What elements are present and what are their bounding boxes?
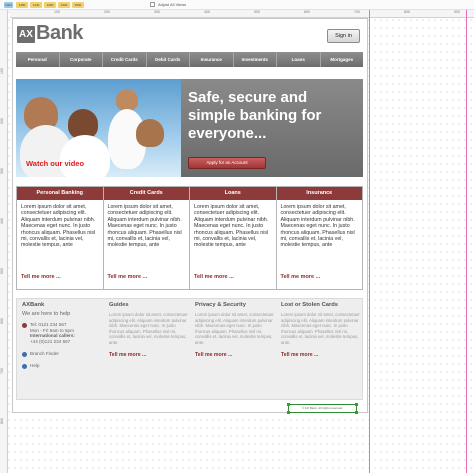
nav-item-insurance[interactable]: Insurance: [190, 52, 234, 67]
tell-me-more-link[interactable]: Tell me more ...: [281, 352, 361, 358]
branch-finder-label: Branch Finder: [30, 351, 59, 356]
ruler-top-tick: 700: [354, 10, 360, 14]
viewport-1280-button[interactable]: 1280: [16, 2, 28, 8]
ruler-top-tick: 200: [104, 10, 110, 14]
ruler-left-tick: 800: [0, 418, 4, 424]
product-column-loans: Loans Lorem ipsum dolor sit amet, consec…: [190, 187, 277, 289]
selected-copyright-element[interactable]: © AX Bank. All rights reserved.: [288, 404, 357, 413]
hero-banner: Safe, secure and simple banking for ever…: [16, 79, 363, 177]
footer-col-guides: Guides Lorem ipsum dolor sit amet, conse…: [109, 302, 189, 358]
viewport-1440-button[interactable]: 1440: [30, 2, 42, 8]
tell-me-more-link[interactable]: Tell me more ...: [281, 274, 321, 280]
guide-line[interactable]: [466, 10, 467, 473]
nav-item-corporate[interactable]: Corporate: [59, 52, 103, 67]
ruler-left-tick: 600: [0, 318, 4, 324]
ruler-top-tick: 100: [54, 10, 60, 14]
tell-me-more-link[interactable]: Tell me more ...: [108, 274, 148, 280]
footer-help-line: We are here to help: [22, 311, 71, 317]
ruler-top-tick: 500: [254, 10, 260, 14]
product-title: Insurance: [276, 187, 362, 200]
product-text: Lorem ipsum dolor sit amet, consectetuer…: [194, 204, 269, 249]
footer-brand: AXBank: [22, 302, 45, 308]
watch-video-link[interactable]: Watch our video: [26, 159, 84, 168]
resize-handle[interactable]: [355, 403, 358, 406]
ruler-left-tick: 100: [0, 68, 4, 74]
viewport-1024-button[interactable]: 1024: [4, 2, 13, 8]
phone-icon: [22, 323, 27, 328]
tell-me-more-link[interactable]: Tell me more ...: [21, 274, 61, 280]
main-nav: Personal Corporate Credit Cards Debit Ca…: [16, 52, 363, 67]
footer-col-title: Lost or Stolen Cards: [281, 302, 339, 308]
product-text: Lorem ipsum dolor sit amet, consectetuer…: [21, 204, 96, 249]
intl-label: International callers:: [30, 333, 75, 338]
nav-item-personal[interactable]: Personal: [16, 52, 60, 67]
ruler-left-tick: 200: [0, 118, 4, 124]
ruler-top-tick: 900: [454, 10, 460, 14]
footer-col-title: Guides: [109, 302, 129, 308]
ruler-top-tick: 400: [204, 10, 210, 14]
intl-phone: +44 (0)121 234 567: [30, 338, 71, 344]
ruler-top-tick: 800: [404, 10, 410, 14]
hero-headline: Safe, secure and simple banking for ever…: [188, 89, 322, 142]
logo-mark[interactable]: AX: [17, 26, 35, 43]
help-icon: [22, 364, 27, 369]
ruler-top-tick: 600: [304, 10, 310, 14]
nav-item-debit-cards[interactable]: Debit Cards: [146, 52, 190, 67]
footer-contact: AXBank We are here to help Tel: 0121 234…: [22, 302, 102, 369]
phone-row: Tel: 0121 234 567 Mon - Fri 9am to 5pm I…: [22, 322, 102, 344]
tell-me-more-link[interactable]: Tell me more ...: [195, 352, 275, 358]
product-column-personal: Personal Banking Lorem ipsum dolor sit a…: [17, 187, 104, 289]
viewport-2560-button[interactable]: 2560: [72, 2, 84, 8]
footer-col-lost-cards: Lost or Stolen Cards Lorem ipsum dolor s…: [281, 302, 361, 358]
ruler-top-tick: 300: [154, 10, 160, 14]
product-title: Personal Banking: [17, 187, 103, 200]
product-column-credit-cards: Credit Cards Lorem ipsum dolor sit amet,…: [103, 187, 190, 289]
ruler-left: 100 200 300 400 500 600 700 800: [0, 10, 8, 473]
opening-hours: Mon - Fri 9am to 5pm: [30, 327, 74, 333]
footer-col-privacy: Privacy & Security Lorem ipsum dolor sit…: [195, 302, 275, 358]
product-title: Credit Cards: [103, 187, 189, 200]
nav-item-credit-cards[interactable]: Credit Cards: [103, 52, 147, 67]
products-table: Personal Banking Lorem ipsum dolor sit a…: [16, 186, 363, 290]
help-link[interactable]: Help: [22, 363, 102, 369]
map-pin-icon: [22, 352, 27, 357]
footer: AXBank We are here to help Tel: 0121 234…: [16, 298, 363, 400]
page-mockup: AX Bank Sign in Personal Corporate Credi…: [12, 18, 368, 413]
logo-text[interactable]: Bank: [36, 22, 83, 45]
footer-col-text: Lorem ipsum dolor sit amet, consectetuer…: [195, 312, 274, 345]
sign-in-button[interactable]: Sign in: [327, 29, 360, 43]
nav-item-loans[interactable]: Loans: [277, 52, 321, 67]
guide-line[interactable]: [369, 10, 370, 473]
editor-toolbar: 1024 1280 1440 1600 1920 2560 Adjust All…: [0, 0, 474, 10]
footer-col-title: Privacy & Security: [195, 302, 246, 308]
adjust-views-label: Adjust All Views: [158, 2, 187, 7]
nav-item-investments[interactable]: Investments: [233, 52, 277, 67]
footer-col-text: Lorem ipsum dolor sit amet, consectetuer…: [281, 312, 360, 345]
tell-me-more-link[interactable]: Tell me more ...: [109, 352, 189, 358]
resize-handle[interactable]: [355, 411, 358, 414]
ruler-left-tick: 700: [0, 368, 4, 374]
ruler-left-tick: 300: [0, 168, 4, 174]
product-text: Lorem ipsum dolor sit amet, consectetuer…: [280, 204, 355, 249]
apply-account-button[interactable]: Apply for an Account: [188, 157, 266, 169]
resize-handle[interactable]: [287, 411, 290, 414]
tell-me-more-link[interactable]: Tell me more ...: [194, 274, 234, 280]
help-label: Help: [30, 363, 40, 368]
branch-finder-link[interactable]: Branch Finder: [22, 351, 102, 357]
ruler-left-tick: 500: [0, 268, 4, 274]
product-column-insurance: Insurance Lorem ipsum dolor sit amet, co…: [276, 187, 362, 289]
ruler-top: 100 200 300 400 500 600 700 800 900: [10, 10, 474, 18]
product-title: Loans: [190, 187, 276, 200]
resize-handle[interactable]: [287, 403, 290, 406]
adjust-views-checkbox[interactable]: [150, 2, 155, 7]
viewport-1600-button[interactable]: 1600: [44, 2, 56, 8]
product-text: Lorem ipsum dolor sit amet, consectetuer…: [107, 204, 182, 249]
nav-item-mortgages[interactable]: Mortgages: [320, 52, 363, 67]
phone-number: Tel: 0121 234 567: [30, 322, 67, 327]
footer-col-text: Lorem ipsum dolor sit amet, consectetuer…: [109, 312, 188, 345]
viewport-1920-button[interactable]: 1920: [58, 2, 70, 8]
ruler-left-tick: 400: [0, 218, 4, 224]
